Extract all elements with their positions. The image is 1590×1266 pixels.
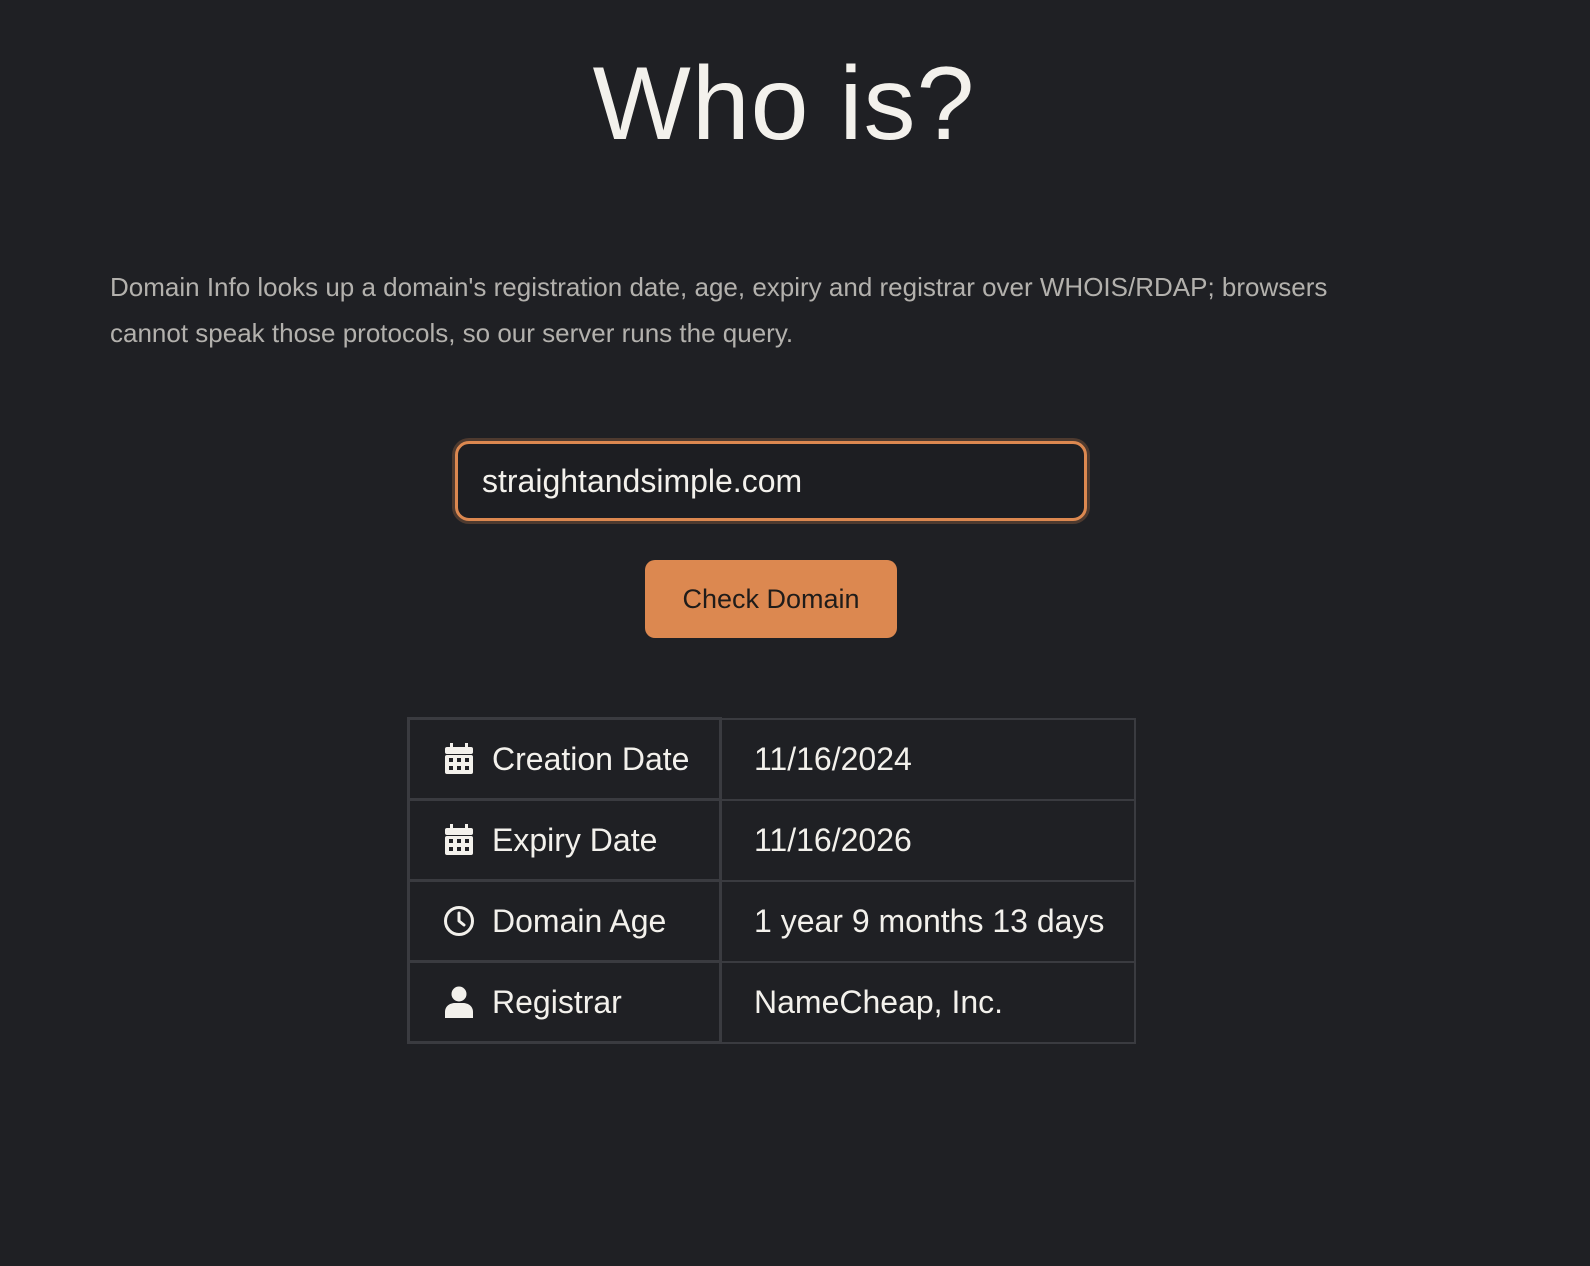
registrar-label-cell: Registrar [407,960,722,1044]
creation-date-label-cell: Creation Date [407,717,722,801]
creation-date-label: Creation Date [492,740,690,777]
table-row: Creation Date 11/16/2024 [407,717,1136,801]
creation-date-value: 11/16/2024 [719,717,1136,801]
domain-age-label: Domain Age [492,902,667,939]
results-table: Creation Date 11/16/2024 Expiry Date 11/… [407,717,1136,1044]
domain-age-label-cell: Domain Age [407,879,722,963]
table-row: Domain Age 1 year 9 months 13 days [407,879,1136,963]
expiry-date-label: Expiry Date [492,821,658,858]
expiry-date-label-cell: Expiry Date [407,798,722,882]
check-domain-button[interactable]: Check Domain [645,560,897,638]
expiry-date-value: 11/16/2026 [719,798,1136,882]
table-row: Registrar NameCheap, Inc. [407,960,1136,1044]
page-description: Domain Info looks up a domain's registra… [110,272,1328,348]
table-row: Expiry Date 11/16/2026 [407,798,1136,882]
clock-icon [442,904,476,938]
calendar-icon [442,823,476,857]
domain-age-value: 1 year 9 months 13 days [719,879,1136,963]
registrar-value: NameCheap, Inc. [719,960,1136,1044]
page-title: Who is? [592,46,976,162]
registrar-label: Registrar [492,983,622,1020]
calendar-icon [442,742,476,776]
domain-input[interactable] [455,441,1087,521]
user-icon [442,985,476,1019]
